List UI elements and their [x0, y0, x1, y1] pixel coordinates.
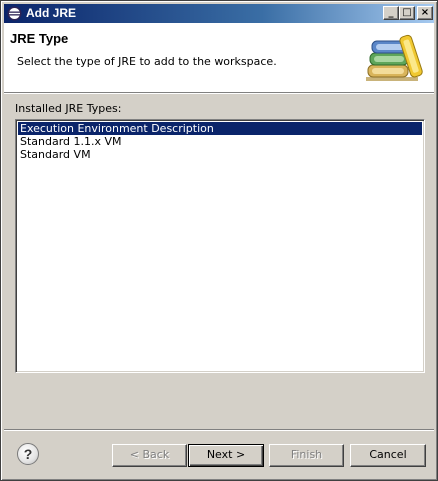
maximize-button[interactable]: □	[399, 6, 415, 20]
list-item[interactable]: Execution Environment Description	[18, 122, 422, 135]
add-jre-dialog: Add JRE _ □ × JRE Type Select the type o…	[0, 0, 438, 481]
window-title: Add JRE	[26, 6, 77, 20]
footer-divider-highlight	[4, 430, 434, 431]
next-button[interactable]: Next >	[188, 444, 264, 467]
page-description: Select the type of JRE to add to the wor…	[17, 55, 277, 68]
jre-types-list[interactable]: Execution Environment Description Standa…	[15, 119, 425, 373]
wizard-header: JRE Type Select the type of JRE to add t…	[4, 23, 434, 93]
close-button[interactable]: ×	[417, 6, 433, 20]
installed-jre-types-label: Installed JRE Types:	[15, 102, 122, 115]
help-icon[interactable]: ?	[17, 443, 39, 465]
title-bar[interactable]: Add JRE _ □ ×	[4, 4, 434, 23]
minimize-button[interactable]: _	[383, 6, 399, 20]
books-icon	[366, 34, 423, 81]
eclipse-icon	[7, 6, 22, 21]
list-item[interactable]: Standard 1.1.x VM	[18, 135, 422, 148]
finish-button[interactable]: Finish	[269, 444, 344, 467]
page-title: JRE Type	[10, 31, 69, 46]
header-divider	[4, 93, 434, 94]
list-item[interactable]: Standard VM	[18, 148, 422, 161]
back-button[interactable]: < Back	[112, 444, 187, 467]
cancel-button[interactable]: Cancel	[350, 444, 426, 467]
